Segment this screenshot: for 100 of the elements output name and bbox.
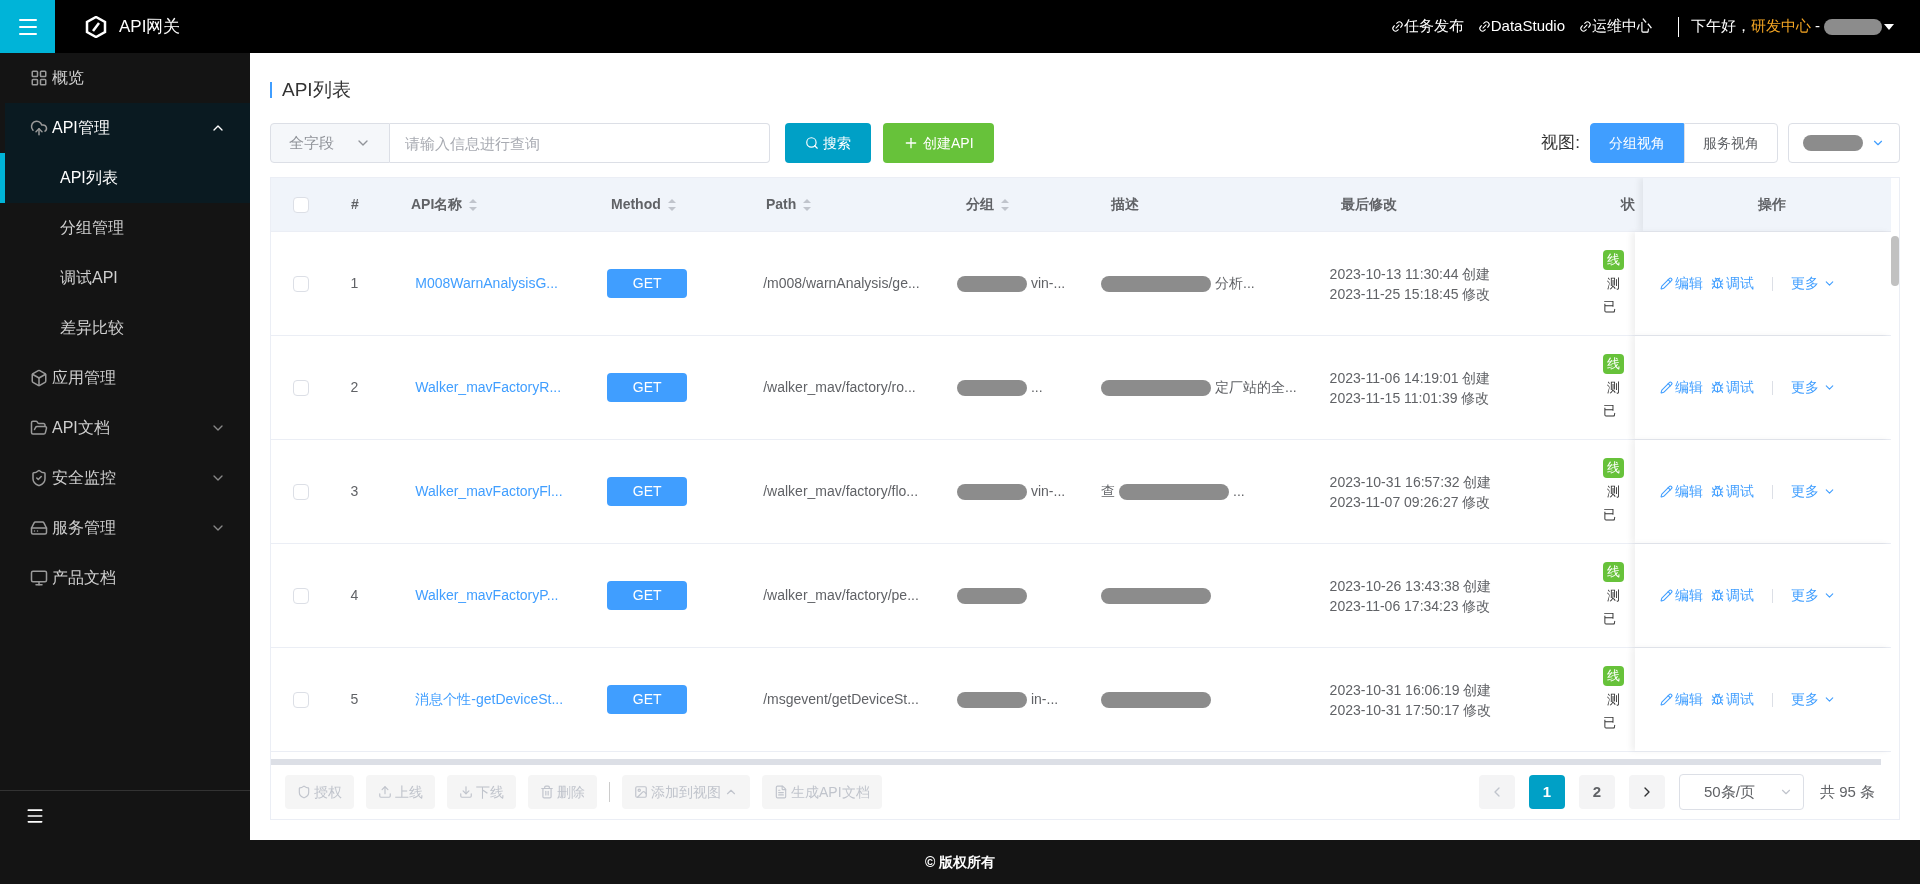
api-name-link[interactable]: Walker_mavFactoryP... — [415, 587, 559, 603]
redaction-mark — [956, 483, 1027, 500]
view-tab[interactable]: 分组视角 — [1590, 123, 1684, 163]
page-size-select[interactable]: 50条/页 — [1678, 774, 1804, 810]
sidebar-item[interactable]: 产品文档 — [0, 553, 250, 603]
cell-text: 分析... — [1215, 274, 1255, 293]
debug-link[interactable]: 调试 — [1710, 273, 1754, 294]
redaction-mark — [956, 275, 1027, 292]
app-title: API网关 — [119, 15, 181, 38]
created-time: 2023-10-26 13:43:38 创建 — [1329, 576, 1493, 596]
debug-link[interactable]: 调试 — [1710, 689, 1754, 710]
row-number: 1 — [350, 275, 359, 291]
checkbox[interactable] — [292, 379, 309, 396]
checkbox[interactable] — [292, 587, 309, 604]
column-header[interactable]: Method — [611, 194, 661, 215]
sort-icon[interactable] — [1000, 197, 1010, 212]
status-text: 测 — [1605, 690, 1621, 709]
status-text: 已 — [1602, 402, 1617, 421]
sort-icon[interactable] — [666, 197, 677, 212]
trash-icon — [540, 785, 554, 799]
cell-text: 定厂站的全... — [1215, 378, 1297, 397]
path-text: /walker_mav/factory/pe... — [763, 587, 919, 603]
sidebar-subitem[interactable]: 调试API — [0, 253, 250, 303]
edit-link[interactable]: 编辑 — [1659, 585, 1703, 606]
api-name-link[interactable]: Walker_mavFactoryFl... — [415, 483, 563, 499]
search-field[interactable]: 请输入信息进行查询 — [390, 123, 770, 163]
view-dropdown[interactable] — [1788, 123, 1900, 163]
header-link[interactable]: 任务发布 — [1390, 15, 1464, 38]
sidebar-item[interactable]: 概览 — [0, 53, 250, 103]
more-link[interactable]: 更多 — [1790, 481, 1836, 502]
total-count: 共 95 条 — [1819, 781, 1875, 802]
sidebar-item[interactable]: API管理 — [5, 103, 250, 153]
modified-time: 2023-10-31 17:50:17 修改 — [1329, 700, 1493, 720]
column-header[interactable]: API名称 — [411, 194, 463, 215]
page-title: API列表 — [282, 77, 351, 102]
edit-link[interactable]: 编辑 — [1659, 481, 1703, 502]
more-link[interactable]: 更多 — [1790, 585, 1836, 606]
column-header[interactable]: 分组 — [966, 194, 994, 215]
pencil-icon — [1659, 277, 1673, 290]
status-text: 已 — [1602, 610, 1617, 629]
created-time: 2023-10-13 11:30:44 创建 — [1329, 264, 1492, 284]
status-text: 测 — [1605, 378, 1621, 397]
column-header: # — [351, 195, 359, 214]
debug-link[interactable]: 调试 — [1710, 377, 1754, 398]
cell-text: ... — [1030, 378, 1043, 397]
column-header: 描述 — [1111, 195, 1139, 214]
sidebar-item[interactable]: 安全监控 — [0, 453, 250, 503]
sidebar-item[interactable]: API文档 — [0, 403, 250, 453]
api-name-link[interactable]: 消息个性-getDeviceSt... — [415, 691, 564, 707]
edit-link[interactable]: 编辑 — [1659, 273, 1703, 294]
checkbox[interactable] — [292, 691, 309, 708]
edit-link[interactable]: 编辑 — [1659, 689, 1703, 710]
path-text: /walker_mav/factory/ro... — [763, 379, 916, 395]
sort-icon[interactable] — [802, 197, 813, 212]
separator-text: - — [1815, 16, 1820, 37]
cube-icon — [30, 369, 48, 387]
create-button[interactable]: 创建API — [883, 123, 994, 163]
created-time: 2023-11-06 14:19:01 创建 — [1329, 368, 1492, 388]
checkbox[interactable] — [293, 196, 309, 213]
sidebar-subitem[interactable]: 差异比较 — [0, 303, 250, 353]
field-select[interactable]: 全字段 — [270, 123, 390, 163]
pencil-icon — [1659, 693, 1673, 706]
search-button[interactable]: 搜索 — [785, 123, 871, 163]
edit-link[interactable]: 编辑 — [1659, 377, 1703, 398]
header-link[interactable]: 运维中心 — [1579, 15, 1652, 38]
page-button[interactable]: 2 — [1578, 775, 1615, 809]
checkbox[interactable] — [292, 483, 309, 500]
copyright-text: © 版权所有 — [924, 852, 996, 872]
checkbox[interactable] — [292, 275, 309, 292]
download-icon — [459, 785, 473, 799]
view-label: 视图: — [1541, 132, 1580, 155]
more-link[interactable]: 更多 — [1790, 689, 1836, 710]
api-name-link[interactable]: Walker_mavFactoryR... — [415, 379, 562, 395]
api-name-link[interactable]: M008WarnAnalysisG... — [415, 275, 558, 291]
caret-icon[interactable] — [1884, 22, 1894, 31]
debug-link[interactable]: 调试 — [1710, 481, 1754, 502]
drive-icon — [30, 519, 48, 537]
logo-icon — [85, 15, 107, 38]
sidebar-item[interactable]: 应用管理 — [0, 353, 250, 403]
view-tab[interactable]: 服务视角 — [1684, 123, 1778, 163]
next-page-button[interactable] — [1628, 775, 1665, 809]
greeting-text: 下午好， — [1691, 16, 1751, 37]
method-tag: GET — [607, 581, 688, 610]
sort-icon[interactable] — [468, 197, 479, 212]
menu-button[interactable] — [0, 0, 55, 53]
image-icon — [634, 785, 648, 799]
method-tag: GET — [607, 477, 688, 506]
cell-text: ... — [1233, 482, 1245, 501]
more-link[interactable]: 更多 — [1790, 377, 1836, 398]
header-link[interactable]: DataStudio — [1477, 15, 1565, 38]
more-link[interactable]: 更多 — [1790, 273, 1836, 294]
status-text: 测 — [1605, 274, 1621, 293]
debug-link[interactable]: 调试 — [1710, 585, 1754, 606]
path-text: /m008/warnAnalysis/ge... — [763, 275, 920, 291]
sidebar-subitem[interactable]: 分组管理 — [0, 203, 250, 253]
column-header[interactable]: Path — [766, 194, 797, 215]
sidebar-item[interactable]: 服务管理 — [0, 503, 250, 553]
method-tag: GET — [607, 373, 688, 402]
page-button[interactable]: 1 — [1528, 775, 1565, 809]
sidebar-subitem[interactable]: API列表 — [0, 153, 250, 203]
